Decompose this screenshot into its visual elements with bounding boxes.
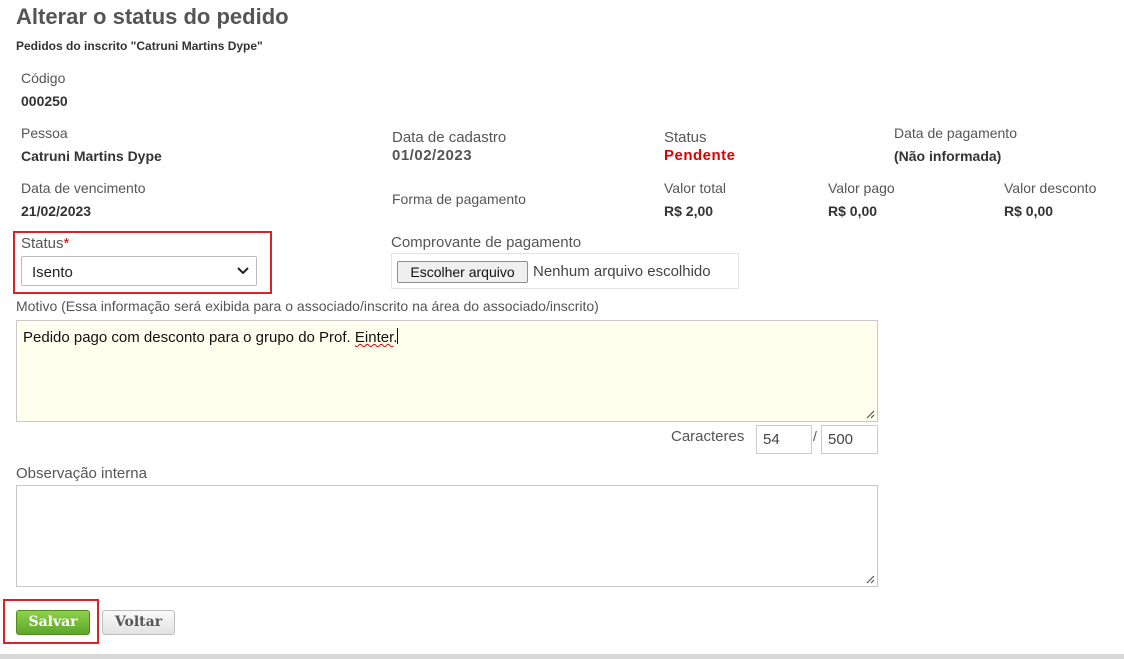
codigo-label: Código (21, 70, 66, 86)
data-vencimento-label: Data de vencimento (21, 180, 146, 196)
status-field-label: Status* (21, 235, 69, 252)
no-file-text: Nenhum arquivo escolhido (533, 263, 711, 280)
valor-total-label: Valor total (664, 180, 726, 196)
text-caret (397, 328, 399, 344)
resize-grip-icon[interactable] (865, 409, 875, 419)
motivo-label: Motivo (Essa informação será exibida par… (16, 298, 599, 314)
data-cadastro-value: 01/02/2023 (392, 147, 473, 164)
motivo-text: Pedido pago com desconto para o grupo do… (23, 329, 355, 346)
page-title: Alterar o status do pedido (16, 4, 289, 29)
motivo-misspelled-word: Einter (354, 329, 394, 346)
file-input: Escolher arquivo Nenhum arquivo escolhid… (391, 253, 739, 289)
comprovante-label: Comprovante de pagamento (391, 234, 582, 251)
forma-pagamento-label: Forma de pagamento (392, 191, 526, 207)
data-pagamento-label: Data de pagamento (894, 125, 1017, 141)
char-count-max: 500 (821, 425, 878, 454)
char-count-label: Caracteres (671, 428, 745, 445)
valor-total-value: R$ 2,00 (664, 203, 714, 219)
char-count-current: 54 (756, 425, 812, 454)
status-info-value: Pendente (664, 147, 736, 164)
valor-desconto-value: R$ 0,00 (1004, 203, 1054, 219)
back-button[interactable]: Voltar (102, 610, 175, 635)
status-field-label-text: Status (21, 235, 64, 252)
required-mark: * (63, 235, 70, 252)
data-cadastro-label: Data de cadastro (392, 129, 507, 146)
choose-file-button[interactable]: Escolher arquivo (397, 261, 528, 283)
pessoa-value: Catruni Martins Dype (21, 148, 162, 164)
chevron-down-icon (237, 267, 249, 275)
valor-desconto-label: Valor desconto (1004, 180, 1097, 196)
status-select-value: Isento (32, 264, 73, 281)
data-pagamento-value: (Não informada) (894, 148, 1002, 164)
pessoa-label: Pessoa (21, 125, 68, 141)
observacao-label: Observação interna (16, 465, 147, 482)
motivo-textarea[interactable]: Pedido pago com desconto para o grupo do… (16, 320, 878, 422)
status-select[interactable]: Isento (21, 256, 257, 286)
valor-pago-value: R$ 0,00 (828, 203, 878, 219)
valor-pago-label: Valor pago (828, 180, 895, 196)
observacao-textarea[interactable] (16, 485, 878, 587)
codigo-value: 000250 (21, 93, 68, 109)
page-subtitle: Pedidos do inscrito "Catruni Martins Dyp… (16, 39, 263, 53)
status-info-label: Status (664, 129, 707, 146)
save-button[interactable]: Salvar (16, 610, 90, 635)
char-count-separator: / (813, 428, 817, 444)
data-vencimento-value: 21/02/2023 (21, 203, 92, 219)
bottom-divider (0, 654, 1124, 659)
resize-grip-icon[interactable] (865, 574, 875, 584)
